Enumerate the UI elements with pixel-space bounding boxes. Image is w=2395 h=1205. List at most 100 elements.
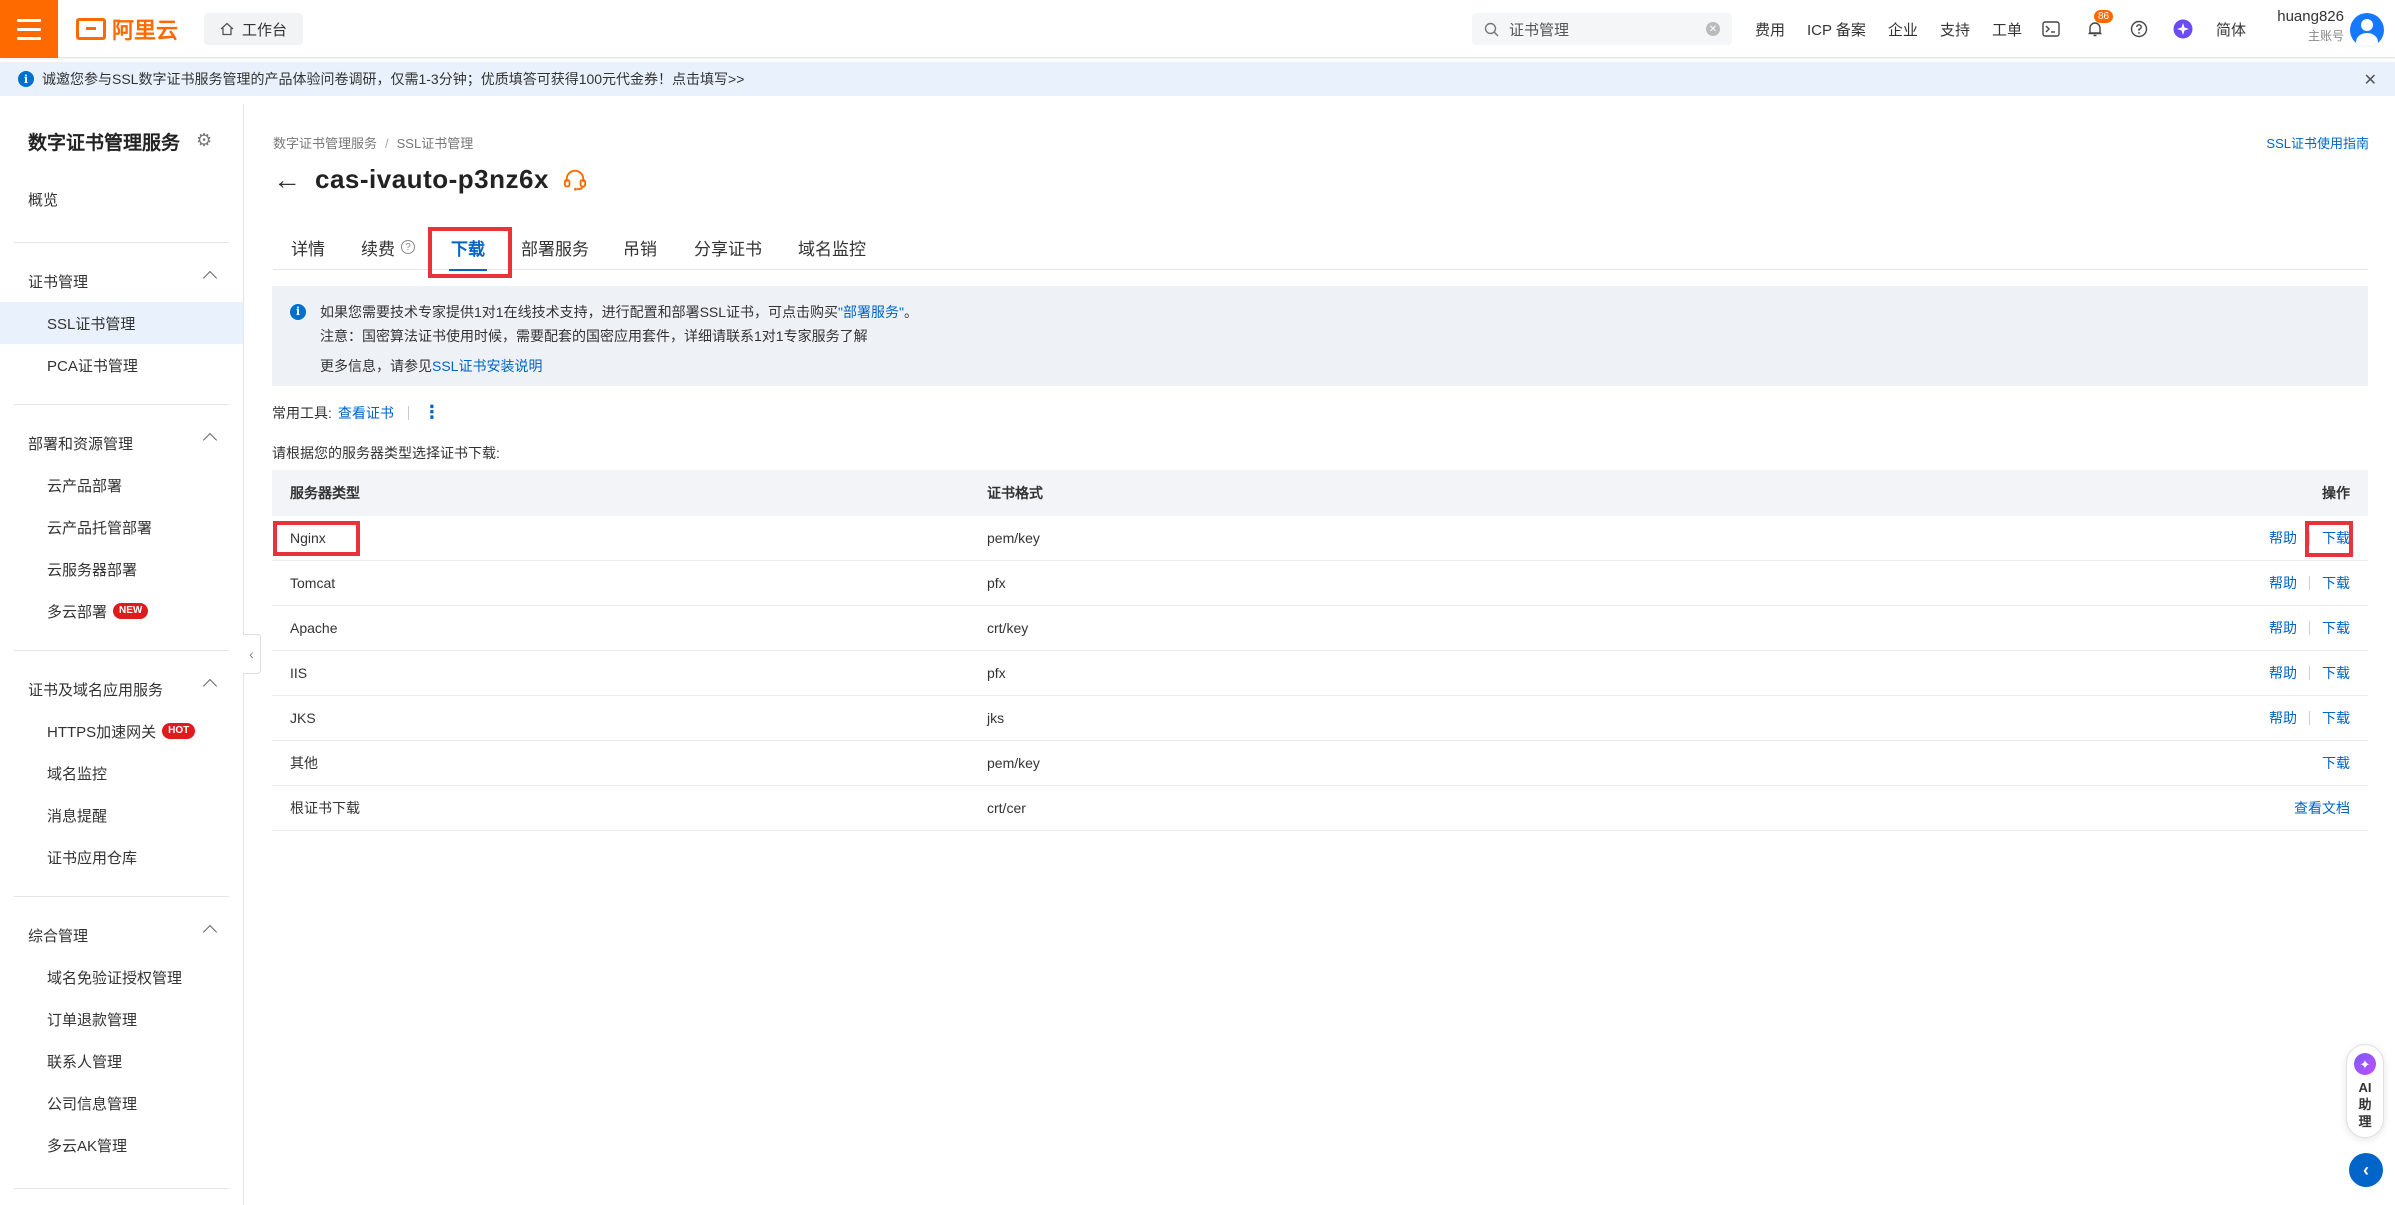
deploy-service-link[interactable]: "部署服务" [838,304,904,320]
chevron-left-icon[interactable]: ‹ [2349,1153,2383,1187]
download-button[interactable]: 下载 [2322,618,2350,638]
sidebar-group-label: 证书及域名应用服务 [28,681,164,699]
sidebar-divider [14,896,229,897]
aliyun-logo[interactable]: 阿里云 [76,14,178,44]
sidebar-group-app-services[interactable]: 证书及域名应用服务 [0,668,243,710]
breadcrumb-item[interactable]: SSL证书管理 [397,136,474,151]
nav-enterprise[interactable]: 企业 [1888,19,1918,40]
tab-share-cert[interactable]: 分享证书 [694,224,762,270]
chevron-up-icon [202,678,218,694]
ai-star-icon: ✦ [2354,1053,2376,1075]
help-link[interactable]: 帮助 [2269,573,2297,593]
tab-revoke[interactable]: 吊销 [623,224,657,270]
bell-icon[interactable]: 86 [2084,10,2114,40]
banner-text[interactable]: 诚邀您参与SSL数字证书服务管理的产品体验问卷调研，仅需1-3分钟；优质填答可获… [42,69,744,89]
terminal-icon[interactable] [2040,18,2062,40]
ai-assistant-button[interactable]: ✦ AI 助 理 [2346,1044,2384,1138]
row-actions: 下载 [2322,741,2350,785]
logo-mark-icon [76,18,106,40]
question-icon: ? [401,240,415,254]
view-cert-link[interactable]: 查看证书 [338,403,394,423]
sidebar-item-label: HTTPS加速网关 [47,723,157,741]
sidebar-group-deploy[interactable]: 部署和资源管理 [0,422,243,464]
ai-label: AI [2358,1080,2372,1095]
server-type: Tomcat [290,575,336,591]
download-button[interactable]: 下载 [2322,573,2350,593]
sidebar-item-server-deploy[interactable]: 云服务器部署 [0,548,243,590]
breadcrumb-item[interactable]: 数字证书管理服务 [273,136,377,151]
notice-line: 如果您需要技术专家提供1对1在线技术支持，进行配置和部署SSL证书，可点击购买"… [320,300,2350,324]
download-button[interactable]: 下载 [2322,663,2350,683]
tab-renew[interactable]: 续费? [361,224,415,270]
page-title: cas-ivauto-p3nz6x [315,164,549,194]
common-tools: 常用工具: 查看证书 ⋮ [272,402,441,423]
row-actions: 帮助 下载 [2269,561,2350,605]
cert-format: pem/key [987,530,1040,546]
ai-label: 助 [2358,1097,2372,1112]
sidebar-group-general[interactable]: 综合管理 [0,914,243,956]
download-button[interactable]: 下载 [2322,753,2350,773]
sidebar-item-notifications[interactable]: 消息提醒 [0,794,243,836]
sidebar-item-managed-deploy[interactable]: 云产品托管部署 [0,506,243,548]
tab-deploy-service[interactable]: 部署服务 [521,224,589,270]
nav-ticket[interactable]: 工单 [1992,19,2022,40]
gear-icon[interactable]: ⚙ [196,130,212,151]
clear-search-icon[interactable]: ✕ [1706,22,1720,36]
sidebar-item-contacts[interactable]: 联系人管理 [0,1040,243,1082]
user-name: huang826 [2277,8,2344,25]
help-link[interactable]: 帮助 [2269,528,2297,548]
table-row: Tomcat pfx 帮助 下载 [272,561,2368,606]
sidebar-item-multicloud-deploy[interactable]: 多云部署 NEW [0,590,243,632]
sidebar-item-cert-repo[interactable]: 证书应用仓库 [0,836,243,878]
nav-icp[interactable]: ICP 备案 [1807,19,1866,40]
sidebar-item-https-gateway[interactable]: HTTPS加速网关 HOT [0,710,243,752]
sidebar-item-domain-auth[interactable]: 域名免验证授权管理 [0,956,243,998]
breadcrumb: 数字证书管理服务 / SSL证书管理 [273,133,473,152]
nav-support[interactable]: 支持 [1940,19,1970,40]
back-arrow-icon[interactable]: ← [273,165,301,194]
sidebar-title: 数字证书管理服务 [28,133,181,154]
help-link[interactable]: 帮助 [2269,708,2297,728]
survey-banner: i 诚邀您参与SSL数字证书服务管理的产品体验问卷调研，仅需1-3分钟；优质填答… [0,62,2395,96]
server-type: JKS [290,710,316,726]
user-info[interactable]: huang826 主账号 [2270,8,2344,44]
table-row: Nginx pem/key 帮助 下载 [272,516,2368,561]
search-input[interactable]: 证书管理 ✕ [1472,13,1732,45]
sidebar-group-label: 部署和资源管理 [28,435,134,453]
sidebar-group-cert-management[interactable]: 证书管理 [0,260,243,302]
tab-domain-monitor[interactable]: 域名监控 [798,224,866,270]
help-link[interactable]: 帮助 [2269,618,2297,638]
workbench-button[interactable]: 工作台 [204,13,304,45]
workbench-label: 工作台 [242,21,288,39]
view-docs-link[interactable]: 查看文档 [2294,798,2350,818]
sidebar-item-refunds[interactable]: 订单退款管理 [0,998,243,1040]
close-icon[interactable]: ✕ [2364,70,2377,90]
notice-line: 注意：国密算法证书使用时候，需要配套的国密应用套件，详细请联系1对1专家服务了解 [320,328,868,344]
ssl-install-guide-link[interactable]: SSL证书安装说明 [432,358,542,374]
help-icon[interactable] [2128,18,2150,40]
notice-text: 。 [904,304,918,320]
sidebar-item-cloud-deploy[interactable]: 云产品部署 [0,464,243,506]
more-vertical-icon[interactable]: ⋮ [423,402,441,423]
server-type: 根证书下载 [290,800,360,816]
tab-details[interactable]: 详情 [291,224,325,270]
language-switch[interactable]: 简体 [2216,19,2246,40]
ai-star-icon[interactable] [2172,18,2194,40]
avatar[interactable] [2350,13,2384,47]
sidebar-item-domain-monitor[interactable]: 域名监控 [0,752,243,794]
download-button[interactable]: 下载 [2322,708,2350,728]
sidebar-item-company-info[interactable]: 公司信息管理 [0,1082,243,1124]
help-link[interactable]: 帮助 [2269,663,2297,683]
search-icon [1484,22,1499,36]
sidebar-item-ssl-cert[interactable]: SSL证书管理 [0,302,243,344]
sidebar-collapse-handle[interactable]: ‹ [243,634,261,674]
headset-icon[interactable] [563,168,587,192]
nav-billing[interactable]: 费用 [1755,19,1785,40]
notice-text: 如果您需要技术专家提供1对1在线技术支持，进行配置和部署SSL证书，可点击购买 [320,304,839,320]
menu-icon[interactable] [0,0,58,58]
row-actions: 帮助 下载 [2269,651,2350,695]
ssl-guide-link[interactable]: SSL证书使用指南 [2266,133,2369,152]
sidebar-item-multicloud-ak[interactable]: 多云AK管理 [0,1124,243,1166]
sidebar-item-overview[interactable]: 概览 [0,178,243,220]
sidebar-item-pca-cert[interactable]: PCA证书管理 [0,344,243,386]
